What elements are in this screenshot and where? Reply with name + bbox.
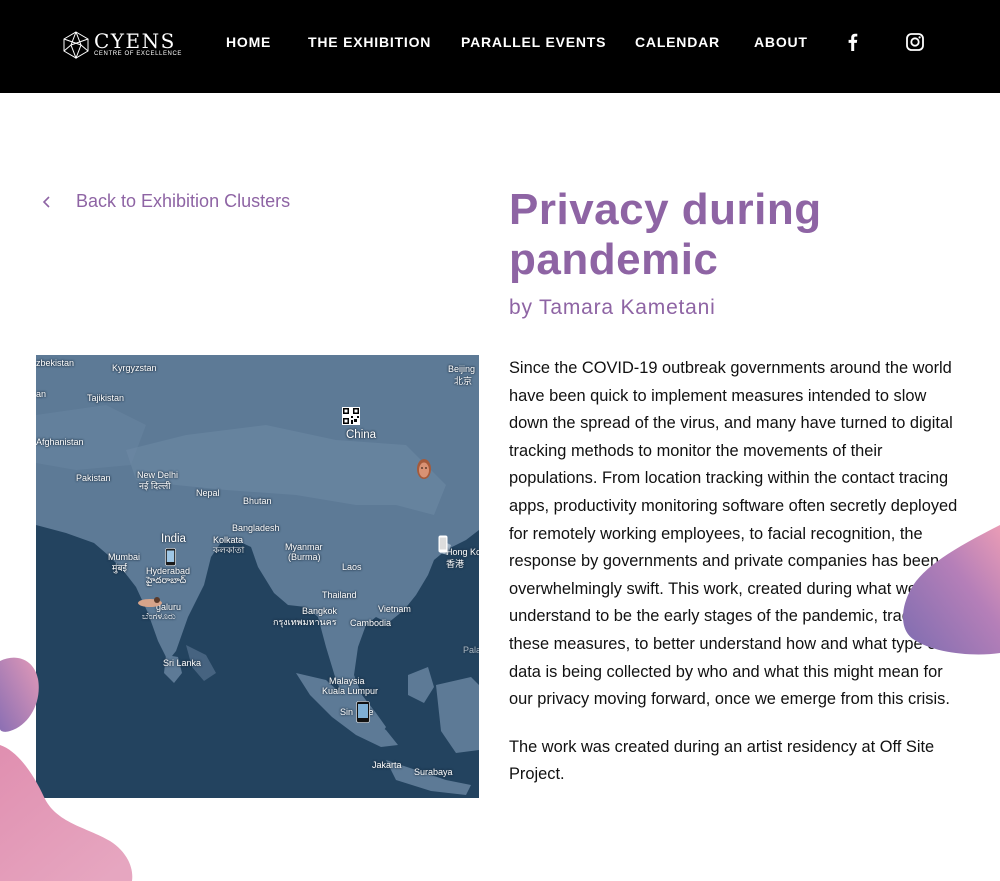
qr-code-icon xyxy=(342,407,360,425)
nav-about[interactable]: ABOUT xyxy=(754,34,808,50)
description-paragraph: Since the COVID-19 outbreak governments … xyxy=(509,359,958,709)
map-terrain xyxy=(36,355,479,798)
map-label-surabaya: Surabaya xyxy=(414,767,453,777)
map-label-hong-kong: Hong Ko xyxy=(446,547,479,557)
map-label-bangkok-local: กรุงเทพมหานคร xyxy=(273,617,337,627)
map-label-laos: Laos xyxy=(342,562,362,572)
map-label-mumbai-local: मुंबई xyxy=(112,563,127,573)
map-label-jakarta: Jakarta xyxy=(372,760,402,770)
logo-text: CYENS CENTRE OF EXCELLENCE xyxy=(94,29,183,58)
artwork-title: Privacy during pandemic xyxy=(509,185,822,284)
map-label-sri-lanka: Sri Lanka xyxy=(163,658,202,668)
logo-name: CYENS xyxy=(94,29,176,53)
page: CYENS CENTRE OF EXCELLENCE HOME THE EXHI… xyxy=(0,0,1000,881)
nav-calendar[interactable]: CALENDAR xyxy=(635,34,720,50)
description-paragraph: The work was created during an artist re… xyxy=(509,737,935,784)
map-label-hong-kong-local: 香港 xyxy=(446,559,465,569)
phone-icon xyxy=(165,548,176,566)
phone-icon xyxy=(438,535,448,553)
map-label-new-delhi-local: नई दिल्ली xyxy=(139,481,171,491)
map-label-vietnam: Vietnam xyxy=(378,604,411,614)
artwork-map-image: zbekistan Kyrgyzstan Beijing 北京 an Tajik… xyxy=(36,355,479,798)
site-header: CYENS CENTRE OF EXCELLENCE HOME THE EXHI… xyxy=(0,0,1000,93)
gradient-blob-left-small xyxy=(0,657,39,732)
map-label-bhutan: Bhutan xyxy=(243,496,272,506)
logo-tagline: CENTRE OF EXCELLENCE xyxy=(94,51,183,57)
gradient-blob-left-large xyxy=(0,745,133,881)
nav-the-exhibition[interactable]: THE EXHIBITION xyxy=(308,34,431,50)
back-link-label: Back to Exhibition Clusters xyxy=(76,191,291,211)
map-label-tajikistan: Tajikistan xyxy=(87,393,125,403)
facebook-icon[interactable] xyxy=(843,32,863,52)
map-label-an: an xyxy=(36,389,47,399)
nav-parallel-events[interactable]: PARALLEL EVENTS xyxy=(461,34,606,50)
map-label-pakistan: Pakistan xyxy=(76,473,111,483)
nav-home[interactable]: HOME xyxy=(226,34,271,50)
map-label-beijing-local: 北京 xyxy=(454,376,473,386)
map-label-uzbekistan: zbekistan xyxy=(36,358,75,368)
polyhedron-logo-icon xyxy=(63,31,89,59)
map-label-burma: (Burma) xyxy=(288,552,321,562)
artwork-description: Since the COVID-19 outbreak governments … xyxy=(509,355,959,809)
map-label-myanmar: Myanmar xyxy=(285,542,323,552)
map-label-china: China xyxy=(346,429,377,441)
gradient-blob-right xyxy=(903,525,1000,655)
person-figure-icon xyxy=(138,597,162,607)
instagram-icon[interactable] xyxy=(905,32,925,52)
map-label-afghanistan: Afghanistan xyxy=(36,437,84,447)
map-label-kuala-lumpur: Kuala Lumpur xyxy=(322,686,379,696)
chevron-left-icon xyxy=(42,195,50,208)
back-to-clusters-link[interactable]: Back to Exhibition Clusters xyxy=(42,191,290,212)
cyens-logo[interactable]: CYENS CENTRE OF EXCELLENCE xyxy=(62,31,182,59)
face-portrait-icon xyxy=(417,459,431,479)
map-label-india: India xyxy=(161,533,186,545)
map-label-nepal: Nepal xyxy=(196,488,220,498)
map-label-malaysia: Malaysia xyxy=(329,676,365,686)
artist-byline: by Tamara Kametani xyxy=(509,296,716,319)
map-label-cambodia: Cambodia xyxy=(350,618,392,628)
map-label-thailand: Thailand xyxy=(322,590,357,600)
map-label-kyrgyzstan: Kyrgyzstan xyxy=(112,363,157,373)
map-label-beijing: Beijing xyxy=(448,364,476,374)
map-label-hyderabad-local: హైదరాబాద్ xyxy=(146,575,187,585)
phone-icon xyxy=(356,701,370,723)
map-label-bengaluru-local: ಬೆಂಗಳೂರು xyxy=(142,611,176,621)
map-label-bangladesh: Bangladesh xyxy=(232,523,280,533)
map-label-kolkata-local: কলকাতা xyxy=(213,545,245,555)
map-label-palau: Palau xyxy=(463,645,479,655)
